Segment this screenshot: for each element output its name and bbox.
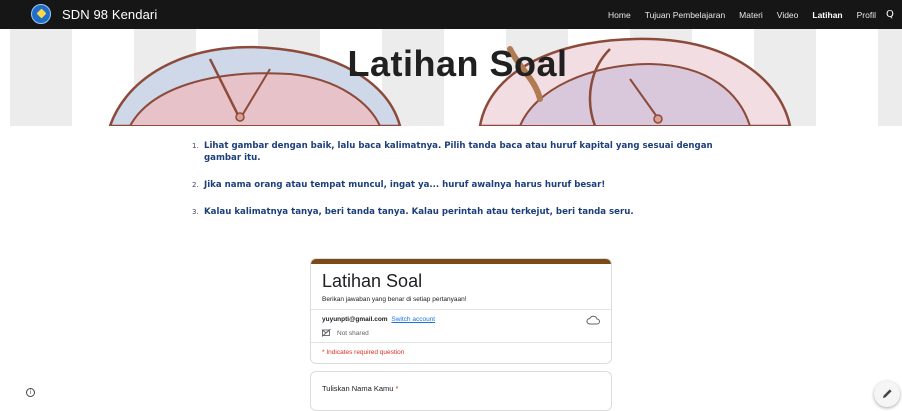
required-note: * Indicates required question xyxy=(322,349,405,356)
hero-banner: Latihan Soal xyxy=(10,29,902,126)
nav-item-profil[interactable]: Profil xyxy=(857,10,876,20)
instructions-list: 1. Lihat gambar dengan baik, lalu baca k… xyxy=(192,140,752,233)
not-shared-icon xyxy=(322,329,331,337)
switch-account-link[interactable]: Switch account xyxy=(391,316,435,323)
cloud-save-icon[interactable] xyxy=(586,315,600,325)
pencil-icon xyxy=(883,389,892,398)
site-title[interactable]: SDN 98 Kendari xyxy=(62,7,157,22)
instruction-item: 3. Kalau kalimatnya tanya, beri tanda ta… xyxy=(192,206,752,218)
instruction-item: 2. Jika nama orang atau tempat muncul, i… xyxy=(192,179,752,191)
nav-item-home[interactable]: Home xyxy=(608,10,631,20)
main-nav: Home Tujuan Pembelajaran Materi Video La… xyxy=(594,0,898,29)
question-card[interactable]: Tuliskan Nama Kamu * xyxy=(310,371,612,411)
not-shared-row: Not shared xyxy=(322,329,369,337)
question-label: Tuliskan Nama Kamu * xyxy=(322,384,398,393)
instruction-text: Lihat gambar dengan baik, lalu baca kali… xyxy=(204,141,713,163)
instruction-text: Jika nama orang atau tempat muncul, inga… xyxy=(204,180,606,190)
required-star: * xyxy=(395,384,399,393)
form-title: Latihan Soal xyxy=(322,271,423,291)
instruction-text: Kalau kalimatnya tanya, beri tanda tanya… xyxy=(204,207,634,217)
school-logo-icon[interactable] xyxy=(31,4,51,24)
edit-button[interactable] xyxy=(874,381,900,407)
top-nav-bar: SDN 98 Kendari Home Tujuan Pembelajaran … xyxy=(0,0,902,29)
page-title: Latihan Soal xyxy=(347,43,568,84)
instruction-number: 2. xyxy=(192,181,199,189)
instruction-item: 1. Lihat gambar dengan baik, lalu baca k… xyxy=(192,140,752,164)
divider xyxy=(311,309,611,310)
nav-item-materi[interactable]: Materi xyxy=(739,10,763,20)
form-accent-bar xyxy=(311,259,611,264)
question-label-text: Tuliskan Nama Kamu xyxy=(322,384,394,393)
form-description: Berikan jawaban yang benar di setiap per… xyxy=(322,296,467,303)
not-shared-text: Not shared xyxy=(337,329,369,337)
nav-item-video[interactable]: Video xyxy=(777,10,799,20)
nav-item-latihan[interactable]: Latihan xyxy=(812,10,842,20)
account-email: yuyunpti@gmail.com Switch account xyxy=(322,316,435,323)
nav-item-tujuan-pembelajaran[interactable]: Tujuan Pembelajaran xyxy=(645,10,725,20)
instruction-number: 3. xyxy=(192,208,199,216)
search-icon[interactable]: Q xyxy=(886,9,898,20)
divider xyxy=(311,342,611,343)
info-icon[interactable]: i xyxy=(26,388,35,397)
form-header-card: Latihan Soal Berikan jawaban yang benar … xyxy=(310,258,612,364)
instruction-number: 1. xyxy=(192,142,199,150)
account-email-text: yuyunpti@gmail.com xyxy=(322,316,388,323)
